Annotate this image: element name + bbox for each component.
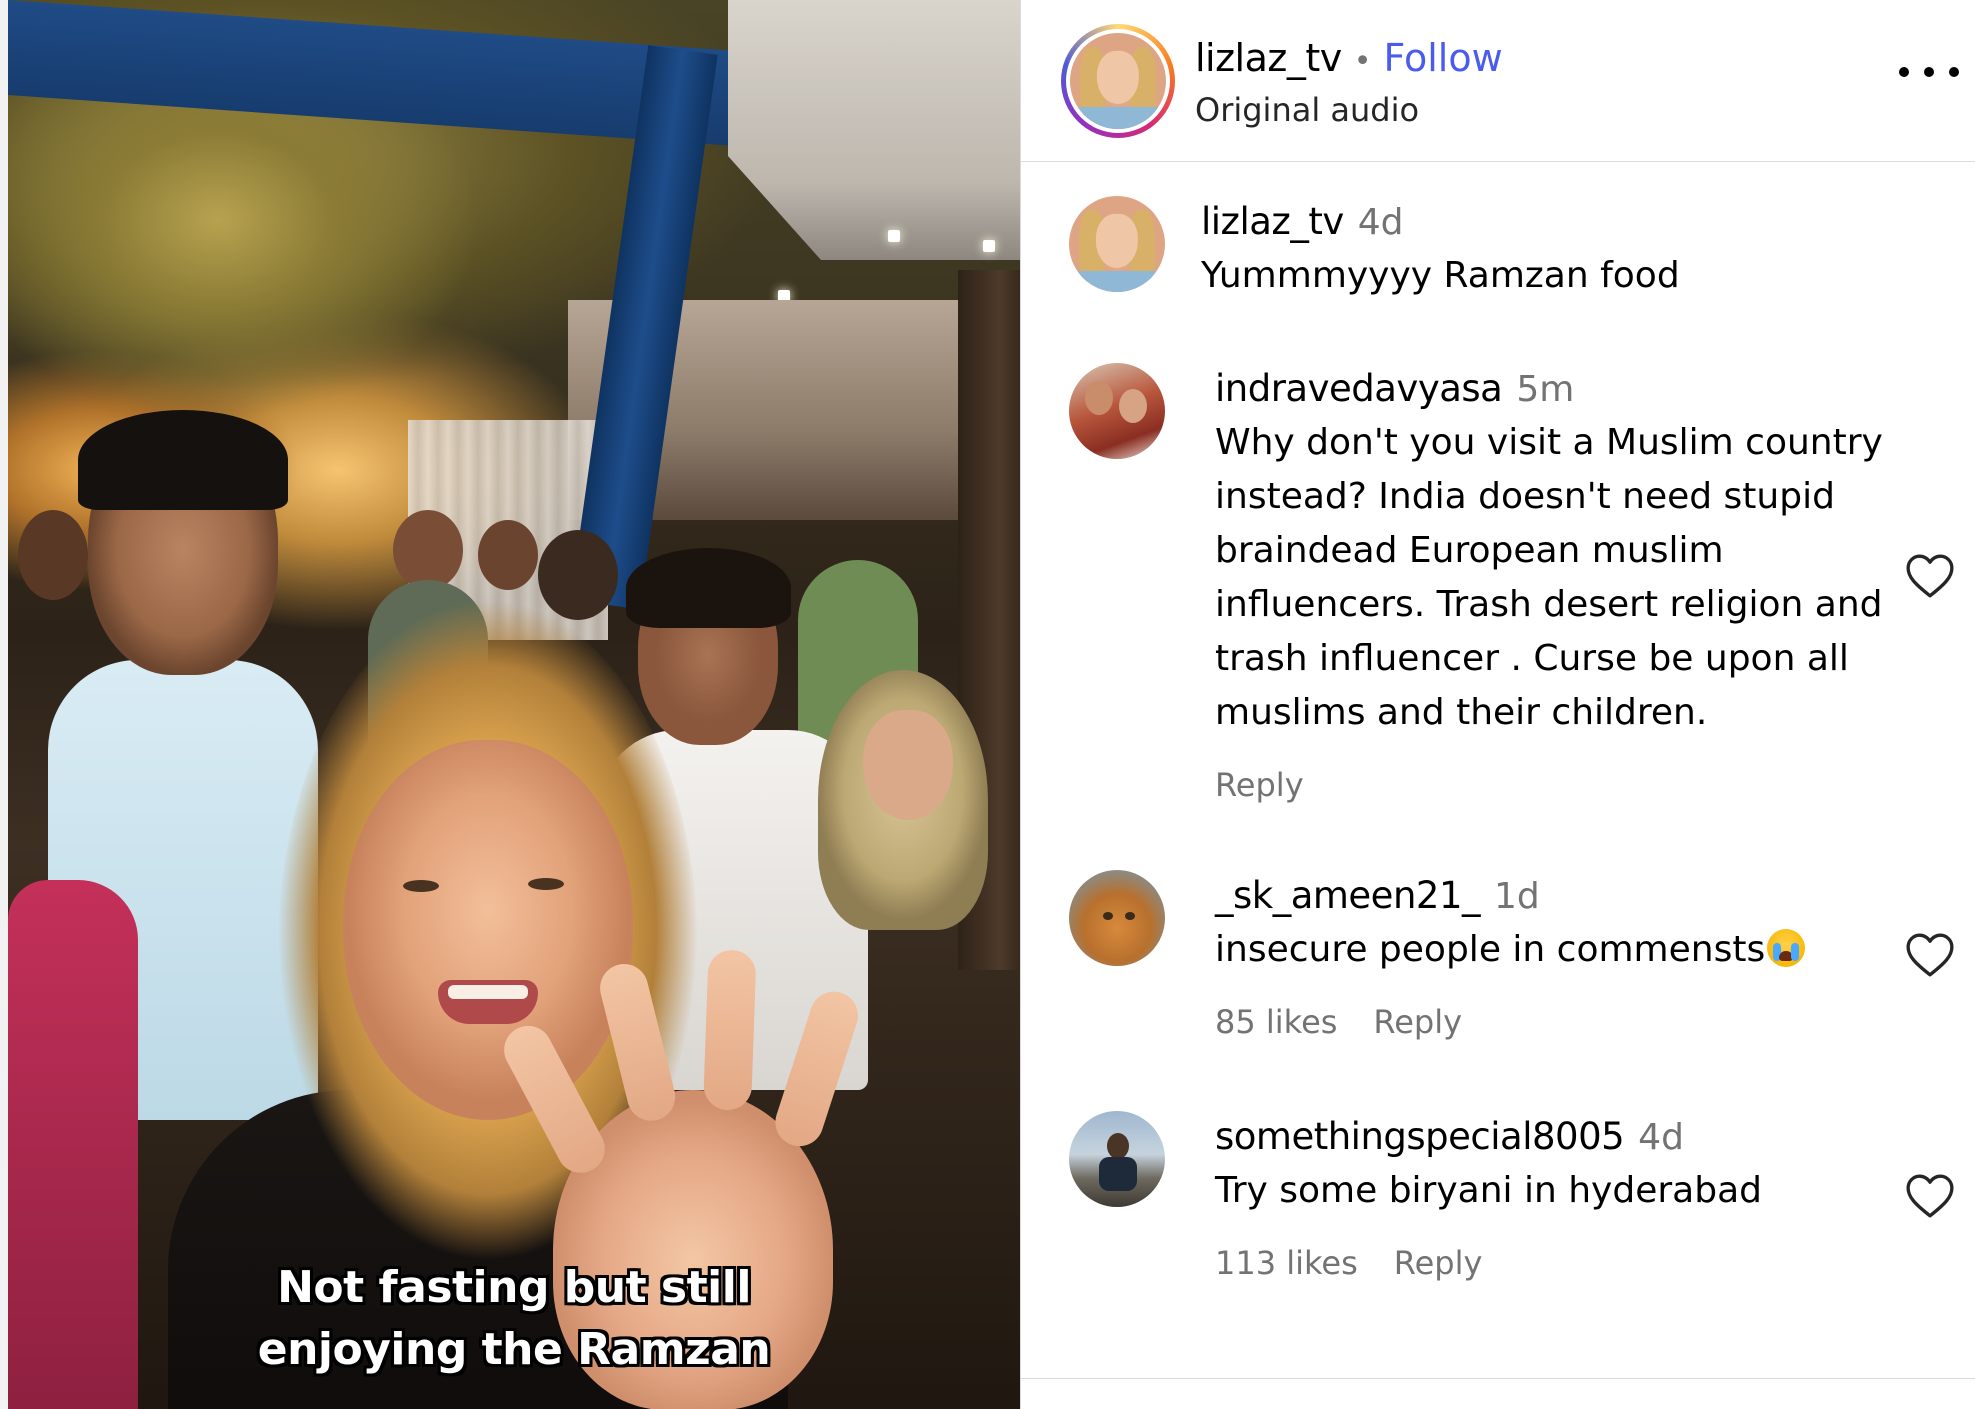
reel-video[interactable]: Not fasting but still enjoying the Ramza… [0, 0, 1020, 1409]
divider [1021, 1378, 1975, 1379]
like-count[interactable]: 113 likes [1215, 1244, 1358, 1282]
commenter-avatar[interactable] [1069, 1111, 1165, 1207]
comment-text-line: insecure people in commensts [1215, 923, 1905, 977]
reel-viewer: Not fasting but still enjoying the Ramza… [0, 0, 1975, 1409]
comment-time: 4d [1638, 1117, 1684, 1158]
eye [528, 878, 564, 890]
more-options-icon[interactable] [1899, 52, 1959, 92]
video-caption: Not fasting but still enjoying the Ramza… [8, 1257, 1020, 1381]
reply-button[interactable]: Reply [1215, 766, 1304, 804]
story-ring[interactable] [1061, 23, 1175, 138]
post-header: lizlaz_tv • Follow Original audio [1021, 0, 1975, 162]
woman-face [343, 740, 633, 1120]
commenter-avatar[interactable] [1069, 870, 1165, 966]
author-avatar[interactable] [1069, 196, 1165, 292]
finger [703, 949, 757, 1111]
comment-username[interactable]: indravedavyasa [1215, 363, 1503, 415]
commenter-avatar[interactable] [1069, 363, 1165, 459]
like-count[interactable]: 85 likes [1215, 1003, 1337, 1041]
comment-item: _sk_ameen21_ 1d insecure people in comme… [1021, 870, 1975, 1041]
man-hair [78, 410, 288, 510]
reply-button[interactable]: Reply [1394, 1244, 1483, 1282]
reply-button[interactable]: Reply [1373, 1003, 1462, 1041]
caption-username[interactable]: lizlaz_tv [1201, 196, 1344, 248]
comment-username[interactable]: _sk_ameen21_ [1215, 870, 1480, 922]
comment-item: indravedavyasa 5m Why don't you visit a … [1021, 363, 1975, 804]
crowd-person [18, 510, 88, 600]
crowd-person [393, 510, 463, 590]
post-caption: lizlaz_tv 4d Yummmyyyy Ramzan food [1021, 196, 1975, 303]
comment-text: insecure people in commensts [1215, 929, 1766, 970]
comment-time: 1d [1493, 876, 1540, 917]
comment-text: Try some biryani in hyderabad [1215, 1170, 1762, 1211]
like-heart-icon[interactable] [1905, 553, 1955, 599]
woman-face [863, 710, 953, 820]
ceiling-light [888, 230, 900, 242]
crowd-person [538, 530, 618, 620]
crowd-person [478, 520, 538, 590]
comments-list: lizlaz_tv 4d Yummmyyyy Ramzan food indra… [1021, 162, 1975, 1282]
author-avatar[interactable] [1070, 32, 1166, 129]
comment-text: Why don't you visit a Muslim country ins… [1215, 422, 1883, 733]
like-heart-icon[interactable] [1905, 1173, 1955, 1219]
loudly-crying-face-icon [1767, 929, 1806, 967]
separator-dot: • [1353, 43, 1372, 79]
caption-time: 4d [1357, 202, 1404, 243]
follow-button[interactable]: Follow [1383, 33, 1502, 83]
teeth [448, 985, 528, 999]
man-hair [626, 548, 791, 628]
ceiling-light [983, 240, 995, 252]
comment-item: somethingspecial8005 4d Try some biryani… [1021, 1111, 1975, 1282]
like-heart-icon[interactable] [1905, 932, 1955, 978]
header-text: lizlaz_tv • Follow Original audio [1195, 33, 1503, 129]
author-username[interactable]: lizlaz_tv [1195, 33, 1342, 83]
eye [403, 880, 439, 892]
comment-time: 5m [1516, 369, 1575, 410]
comment-username[interactable]: somethingspecial8005 [1215, 1111, 1625, 1163]
caption-line: enjoying the Ramzan [257, 1324, 771, 1375]
caption-text: Yummmyyyy Ramzan food [1201, 255, 1680, 296]
caption-line: Not fasting but still [277, 1262, 751, 1313]
audio-link[interactable]: Original audio [1195, 91, 1503, 129]
comments-panel: lizlaz_tv • Follow Original audio lizlaz… [1020, 0, 1975, 1409]
